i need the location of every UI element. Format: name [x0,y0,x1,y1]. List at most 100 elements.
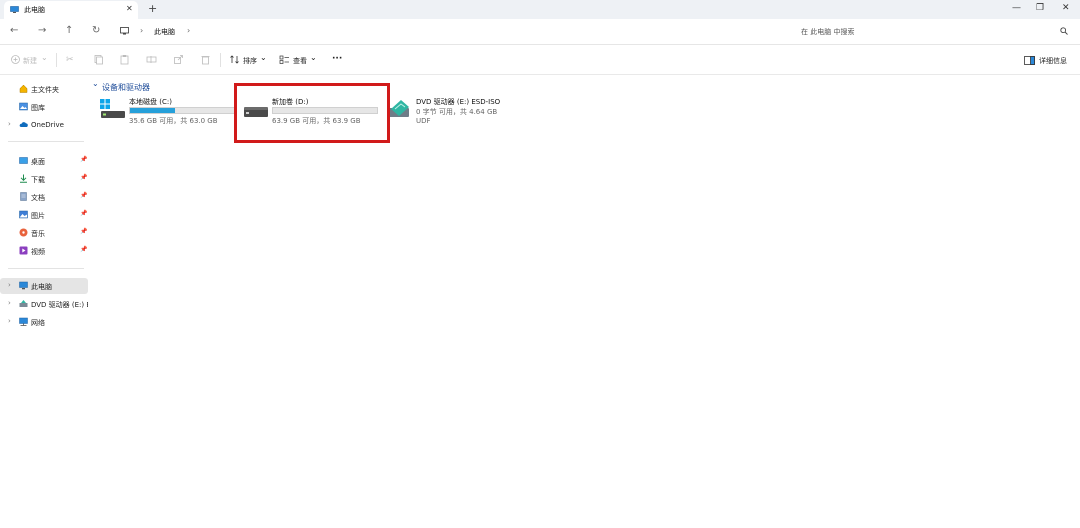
sort-dropdown-icon[interactable]: ⌄ [260,53,267,62]
sort-icon [230,55,239,64]
system-drive-icon [100,99,125,118]
sort-button[interactable]: 排序 [243,56,257,66]
new-tab-button[interactable]: + [148,2,157,15]
view-dropdown-icon[interactable]: ⌄ [310,53,317,62]
sidebar-item-videos[interactable]: 视频 📌 [0,243,88,259]
sidebar-item-label: 文档 [31,194,45,202]
sidebar-item-label: 主文件夹 [31,86,59,94]
new-button[interactable]: 新建 [23,56,37,66]
drive-e-dvd[interactable]: DVD 驱动器 (E:) ESD-ISO 0 字节 可用，共 4.64 GB U… [387,95,537,131]
address-row: ← → ↑ ↻ › 此电脑 › 在 此电脑 中搜索 [0,19,1080,45]
sidebar-item-label: 视频 [31,248,45,256]
expand-chevron-icon[interactable]: › [8,281,11,289]
sidebar-item-onedrive[interactable]: › OneDrive [0,117,88,133]
search-icon[interactable] [1060,27,1068,35]
sidebar-divider [8,141,84,142]
network-icon [19,317,28,326]
breadcrumb-separator[interactable]: › [187,26,190,35]
sidebar-item-this-pc[interactable]: › 此电脑 [0,278,88,294]
section-title-devices[interactable]: 设备和驱动器 [102,82,150,93]
drive-c[interactable]: 本地磁盘 (C:) 35.6 GB 可用，共 63.0 GB [100,95,250,131]
pc-icon [10,6,19,13]
sidebar-item-label: DVD 驱动器 (E:) ESD-ISO [31,301,88,309]
breadcrumb-separator: › [140,26,144,35]
more-options-button[interactable]: ··· [332,54,342,64]
sidebar-item-music[interactable]: 音乐 📌 [0,225,88,241]
sidebar-item-pictures[interactable]: 图片 📌 [0,207,88,223]
download-icon [20,174,27,183]
cut-icon[interactable]: ✂ [66,55,74,65]
navigation-pane: 主文件夹 图库 › OneDrive 桌面 📌 下载 📌 文档 📌 图片 📌 音… [0,76,90,528]
search-input[interactable]: 在 此电脑 中搜索 [801,27,854,37]
breadcrumb-current[interactable]: 此电脑 [154,27,175,37]
sidebar-item-desktop[interactable]: 桌面 📌 [0,153,88,169]
tab-bar: 此电脑 ✕ + — ❐ ✕ [0,0,1080,19]
sidebar-item-downloads[interactable]: 下载 📌 [0,171,88,187]
pc-icon [120,27,129,35]
details-icon [1024,56,1035,65]
drive-usage-fill [130,108,175,113]
sidebar-item-dvd-drive[interactable]: › DVD 驱动器 (E:) ESD-ISO [0,296,88,312]
refresh-button[interactable]: ↻ [92,25,100,36]
collapse-chevron-icon[interactable]: ⌄ [92,79,99,88]
sidebar-item-label: 图片 [31,212,45,220]
desktop-icon [19,157,28,164]
picture-icon [19,210,28,219]
copy-icon[interactable] [93,54,104,65]
share-icon[interactable] [173,54,184,65]
delete-icon[interactable] [200,54,211,65]
video-icon [19,246,28,255]
dvd-icon [19,300,28,307]
sidebar-divider [8,268,84,269]
forward-button[interactable]: → [38,25,46,36]
cloud-icon [19,122,28,127]
drive-space-info: 0 字节 可用，共 4.64 GB [416,108,498,116]
expand-chevron-icon[interactable]: › [8,317,11,325]
paste-icon[interactable] [119,54,130,65]
rename-icon[interactable] [146,54,157,65]
sidebar-item-label: 音乐 [31,230,45,238]
music-icon [19,228,28,237]
sidebar-item-label: 图库 [31,104,45,112]
sidebar-item-label: 此电脑 [31,283,52,291]
new-dropdown-icon[interactable]: ⌄ [41,53,48,62]
pin-icon[interactable]: 📌 [80,174,87,181]
minimize-button[interactable]: — [1012,3,1021,13]
view-button[interactable]: 查看 [293,56,307,66]
tab-close-button[interactable]: ✕ [126,4,133,13]
details-label: 详细信息 [1039,57,1067,65]
pin-icon[interactable]: 📌 [80,192,87,199]
pc-icon [19,281,28,290]
expand-chevron-icon[interactable]: › [8,299,11,307]
drive-name: DVD 驱动器 (E:) ESD-ISO [416,98,501,106]
expand-chevron-icon[interactable]: › [8,120,11,128]
sidebar-item-label: 桌面 [31,158,45,166]
sidebar-item-network[interactable]: › 网络 [0,314,88,330]
pin-icon[interactable]: 📌 [80,156,87,163]
drive-filesystem: UDF [416,117,431,125]
sidebar-item-documents[interactable]: 文档 📌 [0,189,88,205]
close-window-button[interactable]: ✕ [1062,3,1070,13]
toolbar-divider [56,53,57,67]
pin-icon[interactable]: 📌 [80,228,87,235]
home-icon [19,84,28,93]
new-icon [11,55,20,64]
sidebar-item-label: 下载 [31,176,45,184]
restore-button[interactable]: ❐ [1036,3,1044,13]
back-button[interactable]: ← [10,25,18,36]
drive-space-info: 35.6 GB 可用，共 63.0 GB [129,117,218,125]
dvd-drive-icon [389,100,409,117]
view-icon [279,55,289,64]
drive-name: 本地磁盘 (C:) [129,98,172,106]
sidebar-item-label: 网络 [31,319,45,327]
sidebar-item-label: OneDrive [31,121,64,129]
sidebar-item-home[interactable]: 主文件夹 [0,81,88,97]
search-box[interactable]: 在 此电脑 中搜索 [798,24,1074,40]
sidebar-item-gallery[interactable]: 图库 [0,99,88,115]
command-bar: 新建 ⌄ ✂ 排序 ⌄ 查看 ⌄ ··· 详细信息 [0,45,1080,75]
up-button[interactable]: ↑ [65,25,73,36]
pin-icon[interactable]: 📌 [80,210,87,217]
tab-this-pc[interactable]: 此电脑 ✕ [4,1,138,19]
pin-icon[interactable]: 📌 [80,246,87,253]
gallery-icon [19,102,28,111]
